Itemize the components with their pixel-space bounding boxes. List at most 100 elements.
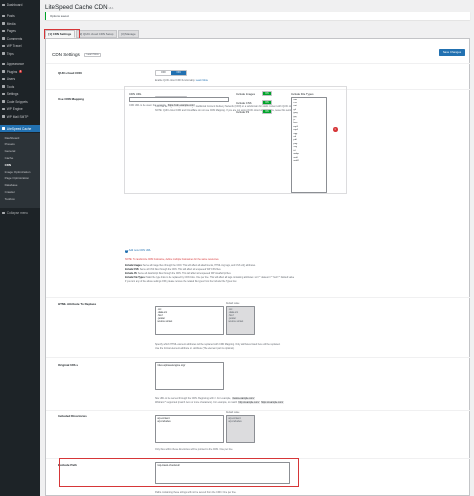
row-exclude-path: Exclude Path /wp-travel-checkout/ Paths … — [46, 458, 471, 496]
menu-item-users[interactable]: Users — [0, 76, 40, 82]
randomize-note: NOTE: To randomize CDN hostname, define … — [125, 258, 220, 261]
settings-icon — [2, 92, 5, 96]
original-urls-label: Original URLs — [58, 363, 79, 367]
cdn-mapping-box: CDN URL CDN URL to be used. For example,… — [124, 86, 347, 194]
included-directories-default-textarea: wp-content wp-includes — [226, 415, 255, 443]
row-included-directories: Included Directories wp-content wp-inclu… — [46, 410, 471, 458]
settings-tabs: [1] CDN Settings [2] QUIC.cloud CDN Setu… — [45, 30, 140, 38]
travel-icon — [2, 44, 5, 48]
include-images-label: Include Images — [236, 92, 255, 96]
include-file-types-textarea[interactable]: .aac .css .eot .gif .jpeg .jpg .js .less… — [291, 97, 327, 193]
pin-icon — [2, 14, 5, 18]
submenu-general[interactable]: General — [5, 149, 40, 154]
use-cdn-mapping-label: Use CDN Mapping — [58, 97, 85, 101]
menu-item-trips[interactable]: Trips — [0, 51, 40, 57]
default-value-label: Default value — [226, 411, 240, 414]
menu-item-pages[interactable]: Pages — [0, 28, 40, 34]
legend-include-images: Include Images: Serve all image files th… — [125, 265, 256, 267]
toggle-on-option[interactable]: ON — [171, 70, 186, 75]
update-count-badge: 1 — [18, 70, 23, 73]
section-title: CDN Settings — [52, 52, 80, 57]
menu-item-plugins[interactable]: Plugins 1 — [0, 69, 40, 75]
toggle-on-option[interactable]: ON — [263, 92, 271, 95]
tab-manage[interactable]: [3] Manage — [117, 30, 140, 38]
collapse-menu-button[interactable]: Collapse menu — [0, 210, 40, 216]
row-original-urls: Original URLs //dev.wptravelengine.org/ … — [46, 357, 471, 410]
plugin-icon — [2, 70, 5, 73]
menu-item-dashboard[interactable]: Dashboard — [0, 2, 40, 8]
submenu-cdn[interactable]: CDN — [5, 162, 40, 167]
save-changes-button[interactable]: Save Changes — [439, 49, 465, 56]
main-content: LiteSpeed Cache CDNv6.1 Options saved. [… — [40, 0, 474, 496]
menu-item-posts[interactable]: Posts — [0, 13, 40, 19]
exclude-path-description: Paths containing these strings will not … — [155, 491, 237, 494]
included-directories-description: Only files within these directories will… — [155, 448, 234, 451]
toggle-off-option[interactable]: OFF — [156, 70, 171, 75]
original-urls-description: Site URL to be served through the CDN. B… — [155, 397, 255, 400]
submenu-image-optimization[interactable]: Image Optimization — [5, 169, 40, 174]
menu-item-wp-travel[interactable]: WP Travel — [0, 43, 40, 49]
submenu-presets[interactable]: Presets — [5, 142, 40, 147]
mail-icon — [2, 115, 5, 118]
legend-remove-note: If you turn any of the above settings OF… — [125, 281, 238, 283]
version-label: v6.1 — [108, 7, 114, 10]
learn-more-button[interactable]: Learn More — [84, 52, 102, 57]
include-js-label: Include JS — [236, 110, 250, 114]
html-attribute-textarea[interactable]: .src .data-src .href .poster source.srcs… — [155, 306, 224, 335]
add-new-cdn-url-link[interactable]: + Add new CDN URL — [125, 249, 151, 253]
original-urls-wildcard-note: Wildcard * supported (match zero or more… — [155, 401, 284, 404]
menu-item-wp-engine[interactable]: WP Engine — [0, 106, 40, 112]
litespeed-icon — [2, 127, 5, 130]
wp-admin-page: Dashboard Posts Media Pages Comments WP … — [0, 0, 474, 496]
notice-text: Options saved. — [50, 14, 70, 19]
include-images-toggle[interactable]: ON — [262, 91, 272, 96]
collapse-icon — [2, 211, 5, 215]
remove-mapping-icon[interactable]: × — [333, 127, 338, 132]
submenu-crawler[interactable]: Crawler — [5, 189, 40, 194]
quic-learn-more-link[interactable]: Learn More — [196, 79, 208, 82]
tab-cdn-settings[interactable]: [1] CDN Settings — [45, 30, 75, 38]
success-notice: Options saved. — [45, 12, 470, 20]
tab-quic-cloud-cdn-setup[interactable]: [2] QUIC.cloud CDN Setup — [75, 30, 117, 38]
html-attribute-default-textarea: .src .data-src .href .poster source.srcs… — [226, 306, 255, 335]
wrench-icon — [2, 85, 5, 88]
menu-item-comments[interactable]: Comments — [0, 36, 40, 42]
menu-item-appearance[interactable]: Appearance — [0, 61, 40, 67]
include-css-label: Include CSS — [236, 101, 252, 105]
quic-cloud-cdn-label: QUIC.cloud CDN — [58, 71, 82, 75]
submenu-toolbox[interactable]: Toolbox — [5, 196, 40, 201]
submenu-database[interactable]: Database — [5, 183, 40, 188]
cdn-url-description: CDN URL to be used. For example, https:/… — [129, 104, 196, 107]
toggle-on-option[interactable]: ON — [263, 110, 271, 113]
menu-item-litespeed-cache[interactable]: LiteSpeed Cache — [0, 125, 40, 132]
exclude-path-textarea[interactable]: /wp-travel-checkout/ — [155, 462, 290, 484]
included-directories-textarea[interactable]: wp-content wp-includes — [155, 415, 224, 443]
engine-icon — [2, 107, 5, 111]
html-attribute-description: Specify which HTML element attributes wi… — [155, 343, 281, 346]
submenu-page-optimization[interactable]: Page Optimization — [5, 176, 40, 181]
include-css-toggle[interactable]: ON — [262, 100, 272, 105]
brush-icon — [2, 62, 5, 66]
menu-item-wp-mail-smtp[interactable]: WP Mail SMTP — [0, 114, 40, 120]
trips-icon — [2, 52, 5, 55]
include-js-toggle[interactable]: ON — [262, 109, 272, 114]
users-icon — [2, 77, 5, 81]
comment-icon — [2, 37, 5, 40]
html-attribute-label: HTML Attribute To Replace — [58, 302, 97, 306]
cdn-url-input[interactable] — [129, 97, 229, 102]
legend-include-file-types: Include File Types: Static file type lin… — [125, 277, 295, 279]
menu-item-tools[interactable]: Tools — [0, 84, 40, 90]
original-urls-textarea[interactable]: //dev.wptravelengine.org/ — [155, 362, 224, 390]
menu-item-code-snippets[interactable]: Code Snippets — [0, 99, 40, 105]
legend-include-css: Include CSS: Serve all CSS files through… — [125, 269, 222, 271]
menu-item-settings[interactable]: Settings — [0, 91, 40, 97]
include-file-types-label: Include File Types — [291, 92, 314, 96]
submenu-cache[interactable]: Cache — [5, 155, 40, 160]
dashboard-icon — [2, 3, 5, 7]
quic-cloud-cdn-toggle[interactable]: OFF ON — [155, 69, 187, 76]
submenu-dashboard[interactable]: Dashboard — [5, 135, 40, 140]
menu-item-media[interactable]: Media — [0, 21, 40, 27]
toggle-on-option[interactable]: ON — [263, 101, 271, 104]
code-icon — [2, 100, 5, 103]
admin-sidebar: Dashboard Posts Media Pages Comments WP … — [0, 0, 40, 496]
